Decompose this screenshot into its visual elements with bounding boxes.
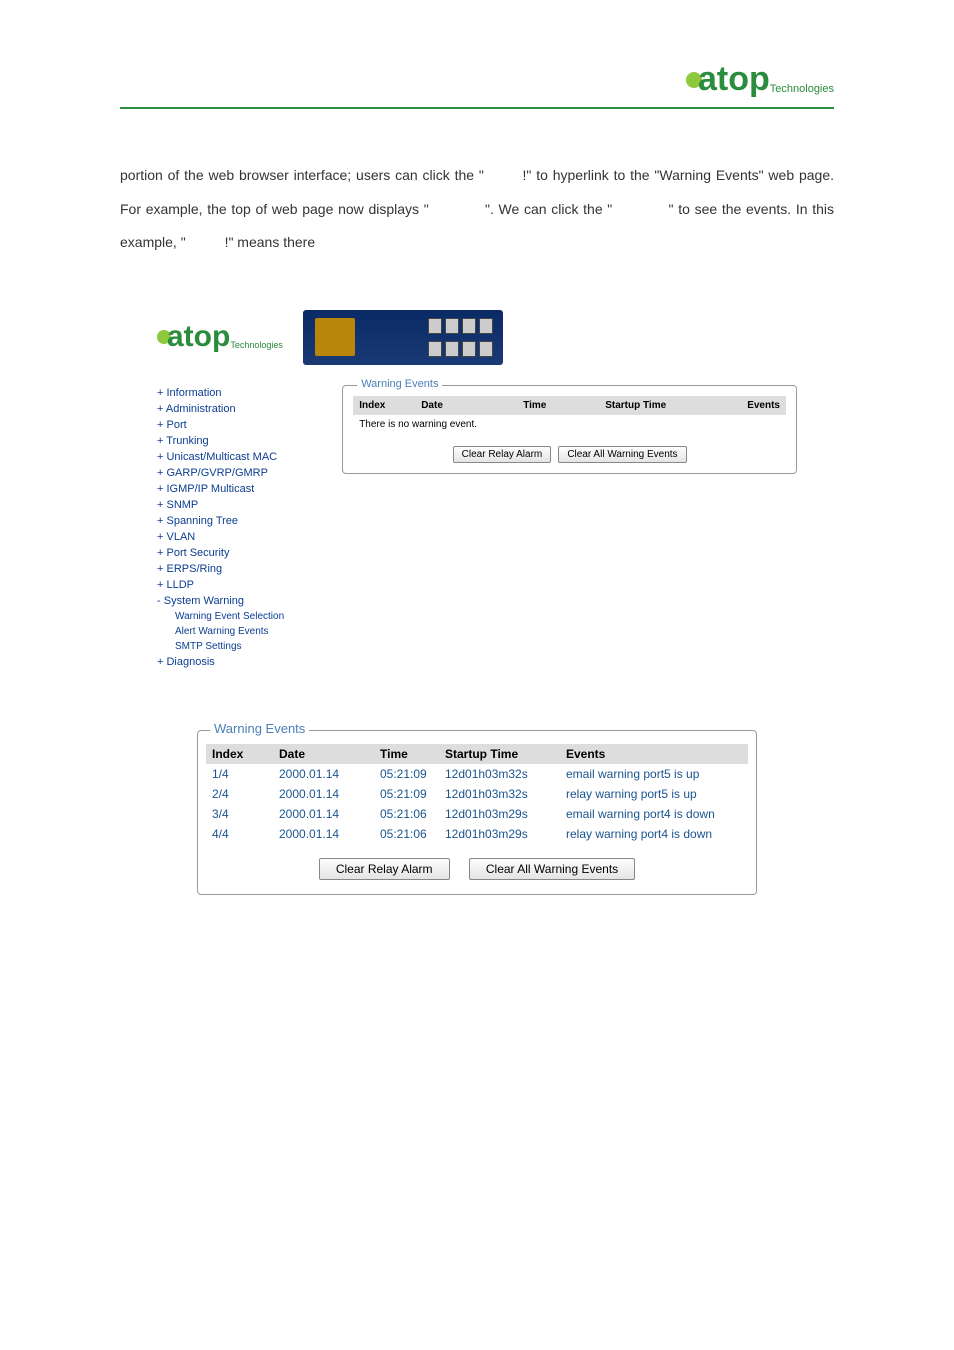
sidebar-item[interactable]: VLAN bbox=[157, 529, 312, 545]
figure-logo-text: atop bbox=[167, 320, 230, 354]
table2-header-row: Index Date Time Startup Time Events bbox=[206, 744, 748, 764]
th-startup: Startup Time bbox=[599, 396, 741, 415]
th-index: Index bbox=[353, 396, 415, 415]
sidebar-item[interactable]: Port bbox=[157, 417, 312, 433]
th2-events: Events bbox=[560, 744, 748, 764]
table-row: 1/42000.01.1405:21:0912d01h03m32semail w… bbox=[206, 764, 748, 784]
td-startup: 12d01h03m32s bbox=[445, 764, 560, 784]
sidebar-item[interactable]: IGMP/IP Multicast bbox=[157, 481, 312, 497]
th2-date: Date bbox=[273, 744, 380, 764]
td-events: email warning port4 is down bbox=[560, 804, 748, 824]
sidebar-subitem[interactable]: SMTP Settings bbox=[157, 639, 312, 654]
td-startup: 12d01h03m29s bbox=[445, 824, 560, 844]
th2-index: Index bbox=[206, 744, 273, 764]
th-date: Date bbox=[415, 396, 517, 415]
td-index: 2/4 bbox=[206, 784, 273, 804]
td-events: email warning port5 is up bbox=[560, 764, 748, 784]
warning-events-fieldset: Warning Events Index Date Time Startup T… bbox=[342, 385, 797, 474]
sidebar-item[interactable]: LLDP bbox=[157, 577, 312, 593]
device-panel bbox=[303, 310, 503, 365]
sidebar-item[interactable]: Spanning Tree bbox=[157, 513, 312, 529]
td-date: 2000.01.14 bbox=[273, 824, 380, 844]
td-startup: 12d01h03m29s bbox=[445, 804, 560, 824]
figure-warning-events-table: Warning Events Index Date Time Startup T… bbox=[197, 730, 757, 895]
table-header-row: Index Date Time Startup Time Events bbox=[353, 396, 786, 415]
table-row: 4/42000.01.1405:21:0612d01h03m29srelay w… bbox=[206, 824, 748, 844]
td-events: relay warning port5 is up bbox=[560, 784, 748, 804]
td-index: 3/4 bbox=[206, 804, 273, 824]
td-events: relay warning port4 is down bbox=[560, 824, 748, 844]
sidebar-item[interactable]: Trunking bbox=[157, 433, 312, 449]
clear-all-warning-events-button-2[interactable]: Clear All Warning Events bbox=[469, 858, 635, 880]
sidebar-item[interactable]: GARP/GVRP/GMRP bbox=[157, 465, 312, 481]
sidebar-subitem[interactable]: Warning Event Selection bbox=[157, 609, 312, 624]
fieldset-legend: Warning Events bbox=[357, 378, 442, 390]
td-time: 05:21:09 bbox=[380, 784, 445, 804]
sidebar-item[interactable]: ERPS/Ring bbox=[157, 561, 312, 577]
sidebar-item[interactable]: Information bbox=[157, 385, 312, 401]
sidebar-item[interactable]: Unicast/Multicast MAC bbox=[157, 449, 312, 465]
td-date: 2000.01.14 bbox=[273, 784, 380, 804]
sidebar-item[interactable]: Diagnosis bbox=[157, 654, 312, 670]
td-date: 2000.01.14 bbox=[273, 764, 380, 784]
sidebar-item[interactable]: System Warning bbox=[157, 593, 312, 609]
logo-subtext: Technologies bbox=[770, 83, 834, 95]
clear-all-warning-events-button[interactable]: Clear All Warning Events bbox=[558, 446, 686, 463]
fieldset2-legend: Warning Events bbox=[210, 721, 309, 736]
sidebar-item[interactable]: Administration bbox=[157, 401, 312, 417]
clear-relay-alarm-button[interactable]: Clear Relay Alarm bbox=[453, 446, 552, 463]
td-index: 1/4 bbox=[206, 764, 273, 784]
td-time: 05:21:06 bbox=[380, 824, 445, 844]
td-startup: 12d01h03m32s bbox=[445, 784, 560, 804]
no-event-text: There is no warning event. bbox=[353, 415, 786, 434]
figure-logo: atop Technologies bbox=[157, 320, 283, 354]
figure-logo-sub: Technologies bbox=[230, 340, 283, 350]
td-time: 05:21:09 bbox=[380, 764, 445, 784]
page-header: atop Technologies bbox=[120, 60, 834, 109]
sidebar: InformationAdministrationPortTrunkingUni… bbox=[157, 385, 312, 670]
td-date: 2000.01.14 bbox=[273, 804, 380, 824]
logo: atop Technologies bbox=[686, 60, 834, 99]
table-row: 2/42000.01.1405:21:0912d01h03m32srelay w… bbox=[206, 784, 748, 804]
td-index: 4/4 bbox=[206, 824, 273, 844]
sidebar-item[interactable]: SNMP bbox=[157, 497, 312, 513]
clear-relay-alarm-button-2[interactable]: Clear Relay Alarm bbox=[319, 858, 450, 880]
sidebar-subitem[interactable]: Alert Warning Events bbox=[157, 624, 312, 639]
logo-text: atop bbox=[698, 60, 770, 99]
th2-startup: Startup Time bbox=[445, 744, 560, 764]
th-time: Time bbox=[517, 396, 599, 415]
td-time: 05:21:06 bbox=[380, 804, 445, 824]
sidebar-item[interactable]: Port Security bbox=[157, 545, 312, 561]
th2-time: Time bbox=[380, 744, 445, 764]
body-paragraph: portion of the web browser interface; us… bbox=[120, 159, 834, 260]
table-row: 3/42000.01.1405:21:0612d01h03m29semail w… bbox=[206, 804, 748, 824]
th-events: Events bbox=[741, 396, 786, 415]
figure-webpage: atop Technologies InformationAdministrat… bbox=[157, 310, 797, 670]
